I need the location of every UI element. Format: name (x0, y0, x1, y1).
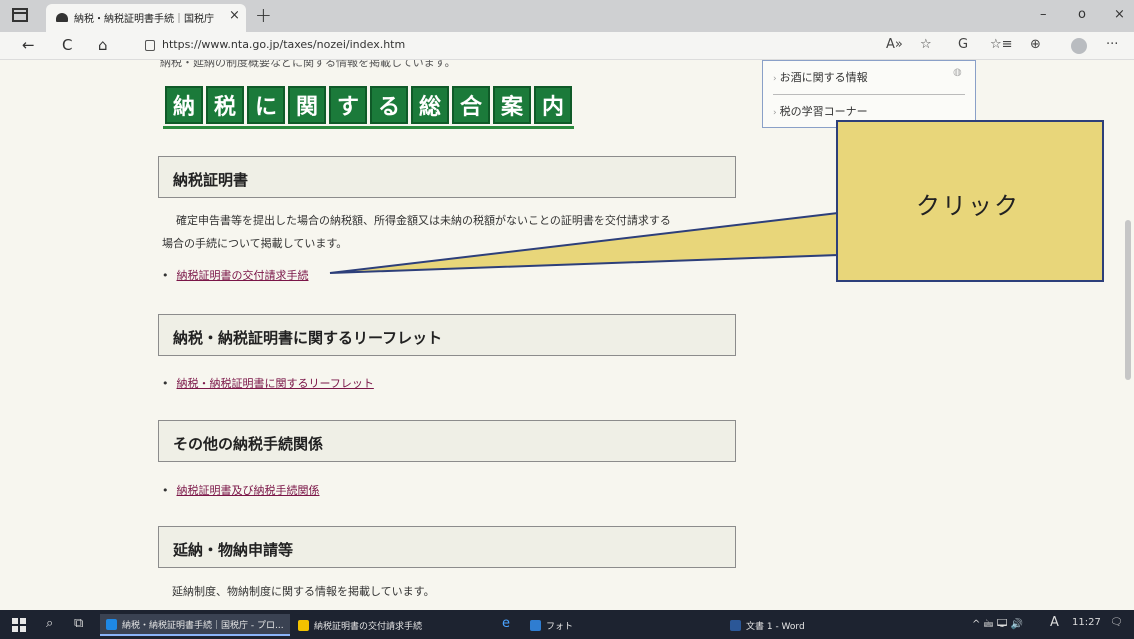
callout-text: クリック (916, 192, 1020, 220)
system-tray-icons[interactable]: ^ 🖮 🖵 🔊 (972, 617, 1023, 634)
section-header-other-procedures: その他の納税手続関係 (158, 420, 736, 462)
word-app-icon (730, 619, 741, 631)
taskbar-item-request-doc[interactable]: 納税証明書の交付請求手続 (292, 614, 428, 636)
list-item: • 納税・納税証明書に関するリーフレット (162, 375, 374, 391)
tab-title: 納税・納税証明書手続｜国税庁 (74, 14, 214, 25)
browser-toolbar: ← C ⌂ https://www.nta.go.jp/taxes/nozei/… (0, 32, 1134, 60)
banner-char: 案 (493, 86, 531, 124)
banner-char: に (247, 86, 285, 124)
list-item: • 納税証明書及び納税手続関係 (162, 482, 320, 498)
more-menu-icon[interactable]: ··· (1106, 37, 1118, 52)
restore-button[interactable]: o (1078, 7, 1086, 22)
section-title: 納税証明書 (173, 171, 249, 189)
clock[interactable]: 11:27 (1072, 617, 1101, 628)
sidebar-item-learning[interactable]: › 税の学習コーナー (773, 103, 868, 119)
read-aloud-icon[interactable]: A» (886, 37, 903, 52)
extensions-icon[interactable]: G (958, 37, 968, 52)
section-description: 確定申告書等を提出した場合の納税額、所得金額又は未納の税額がないことの証明書を交… (176, 214, 671, 227)
new-tab-button[interactable]: + (255, 3, 272, 27)
link-other-procedures[interactable]: 納税証明書及び納税手続関係 (177, 484, 320, 497)
collections-icon[interactable]: ⊕ (1030, 37, 1041, 52)
sidebar-divider (773, 94, 965, 95)
sidebar-item-alcohol[interactable]: › お酒に関する情報 (773, 69, 868, 85)
page-title-banner: 納 税 に 関 す る 総 合 案 内 (163, 84, 574, 129)
lock-icon[interactable] (145, 40, 155, 51)
section-title: その他の納税手続関係 (173, 435, 324, 453)
windows-start-icon[interactable] (12, 618, 26, 632)
taskbar-item-photos[interactable]: フォト (524, 614, 579, 636)
document-app-icon (298, 619, 309, 631)
scrollbar-thumb[interactable] (1125, 220, 1131, 380)
clipped-intro-text: 納税・延納の制度概要などに関する情報を掲載しています。 (160, 60, 456, 69)
section-header-deferred-payment: 延納・物納申請等 (158, 526, 736, 568)
minimize-button[interactable]: – (1040, 7, 1047, 22)
profile-avatar[interactable] (1071, 38, 1087, 54)
link-leaflet[interactable]: 納税・納税証明書に関するリーフレット (177, 377, 374, 390)
tab-actions-menu-icon[interactable] (12, 8, 28, 22)
banner-char: 税 (206, 86, 244, 124)
search-icon[interactable]: ⌕ (46, 616, 53, 631)
site-favicon-icon (56, 13, 68, 22)
task-view-icon[interactable]: ⧉ (74, 616, 83, 631)
tab-close-icon[interactable]: × (229, 8, 240, 23)
banner-char: る (370, 86, 408, 124)
favorite-star-icon[interactable]: ☆ (920, 37, 932, 52)
notification-icon[interactable]: 🗨 (1110, 617, 1123, 628)
bullet: • (162, 377, 169, 390)
sidebar-item-status-icon: ◍ (953, 67, 962, 78)
banner-char: 内 (534, 86, 572, 124)
section-title: 延納・物納申請等 (173, 541, 294, 559)
edge-app-icon (106, 618, 117, 630)
banner-char: す (329, 86, 367, 124)
sidebar-menu: › お酒に関する情報 ◍ › 税の学習コーナー (762, 60, 976, 128)
ime-indicator[interactable]: A (1050, 615, 1059, 630)
callout-box: クリック (836, 120, 1104, 282)
section-title: 納税・納税証明書に関するリーフレット (173, 329, 443, 347)
page-content: 納税・延納の制度概要などに関する情報を掲載しています。 納 税 に 関 す る … (0, 60, 1134, 610)
banner-char: 合 (452, 86, 490, 124)
section-description: 延納制度、物納制度に関する情報を掲載しています。 (172, 585, 435, 598)
favorites-list-icon[interactable]: ☆≡ (990, 37, 1013, 52)
address-bar[interactable]: https://www.nta.go.jp/taxes/nozei/index.… (162, 38, 405, 51)
list-item: • 納税証明書の交付請求手続 (162, 267, 309, 283)
banner-char: 納 (165, 86, 203, 124)
taskbar: ⌕ ⧉ 納税・納税証明書手続｜国税庁 - プロ... 納税証明書の交付請求手続 … (0, 610, 1134, 639)
close-window-button[interactable]: × (1114, 7, 1125, 22)
banner-char: 総 (411, 86, 449, 124)
banner-char: 関 (288, 86, 326, 124)
refresh-icon[interactable]: C (62, 36, 72, 54)
bullet: • (162, 484, 169, 497)
browser-tab[interactable]: 納税・納税証明書手続｜国税庁 × (46, 4, 246, 32)
back-arrow-icon[interactable]: ← (22, 36, 35, 54)
home-icon[interactable]: ⌂ (98, 36, 108, 54)
section-header-tax-certificate: 納税証明書 (158, 156, 736, 198)
photos-app-icon (530, 619, 541, 631)
taskbar-item-word[interactable]: 文書 1 - Word (724, 614, 811, 636)
section-description: 場合の手続について掲載しています。 (162, 237, 348, 250)
browser-tab-bar: 納税・納税証明書手続｜国税庁 × + – o × (0, 0, 1134, 32)
link-tax-certificate-request[interactable]: 納税証明書の交付請求手続 (177, 269, 309, 282)
edge-pinned-icon[interactable]: e (502, 616, 510, 631)
section-header-leaflet: 納税・納税証明書に関するリーフレット (158, 314, 736, 356)
taskbar-item-edge[interactable]: 納税・納税証明書手続｜国税庁 - プロ... (100, 614, 290, 636)
bullet: • (162, 269, 169, 282)
